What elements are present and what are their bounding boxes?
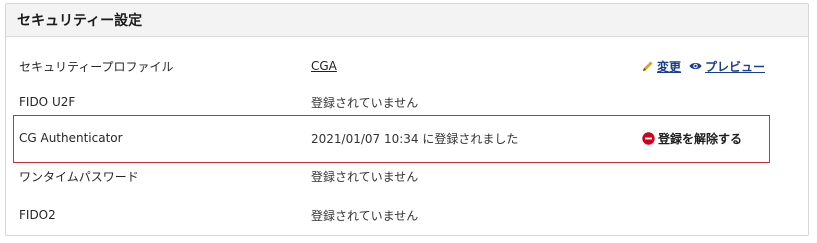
settings-row-fido2: FIDO2 登録されていません [6,197,808,233]
edit-label: 変更 [657,59,682,74]
settings-row-fido-u2f: FIDO U2F 登録されていません [6,84,808,120]
preview-link[interactable]: プレビュー [689,58,765,75]
row-label: セキュリティープロファイル [19,59,174,74]
security-profile-link[interactable]: CGA [311,59,337,73]
row-value: 2021/01/07 10:34 に登録されました [311,131,519,146]
pencil-icon [642,60,654,72]
settings-row-otp: ワンタイムパスワード 登録されていません [6,158,808,194]
row-label: FIDO2 [19,208,56,222]
profile-actions: 変更 プレビュー [642,58,765,75]
settings-row-cg-authenticator: CG Authenticator 2021/01/07 10:34 に登録されま… [6,120,808,156]
row-label: ワンタイムパスワード [19,169,139,184]
security-settings-panel: セキュリティー設定 セキュリティープロファイル CGA 変更 プレビュー FID… [5,3,809,236]
settings-row-security-profile: セキュリティープロファイル CGA 変更 プレビュー [6,48,808,84]
eye-icon [689,61,702,71]
unregister-button[interactable]: 登録を解除する [642,130,742,147]
edit-link[interactable]: 変更 [642,58,681,75]
unregister-label: 登録を解除する [658,131,743,146]
minus-circle-icon [642,131,655,145]
row-value: 登録されていません [311,169,419,184]
preview-label: プレビュー [705,59,766,74]
row-label: CG Authenticator [19,131,123,145]
row-label: FIDO U2F [19,95,76,109]
row-value: 登録されていません [311,208,419,223]
row-value: 登録されていません [311,95,419,110]
panel-header: セキュリティー設定 [6,4,808,37]
panel-title: セキュリティー設定 [17,13,143,29]
